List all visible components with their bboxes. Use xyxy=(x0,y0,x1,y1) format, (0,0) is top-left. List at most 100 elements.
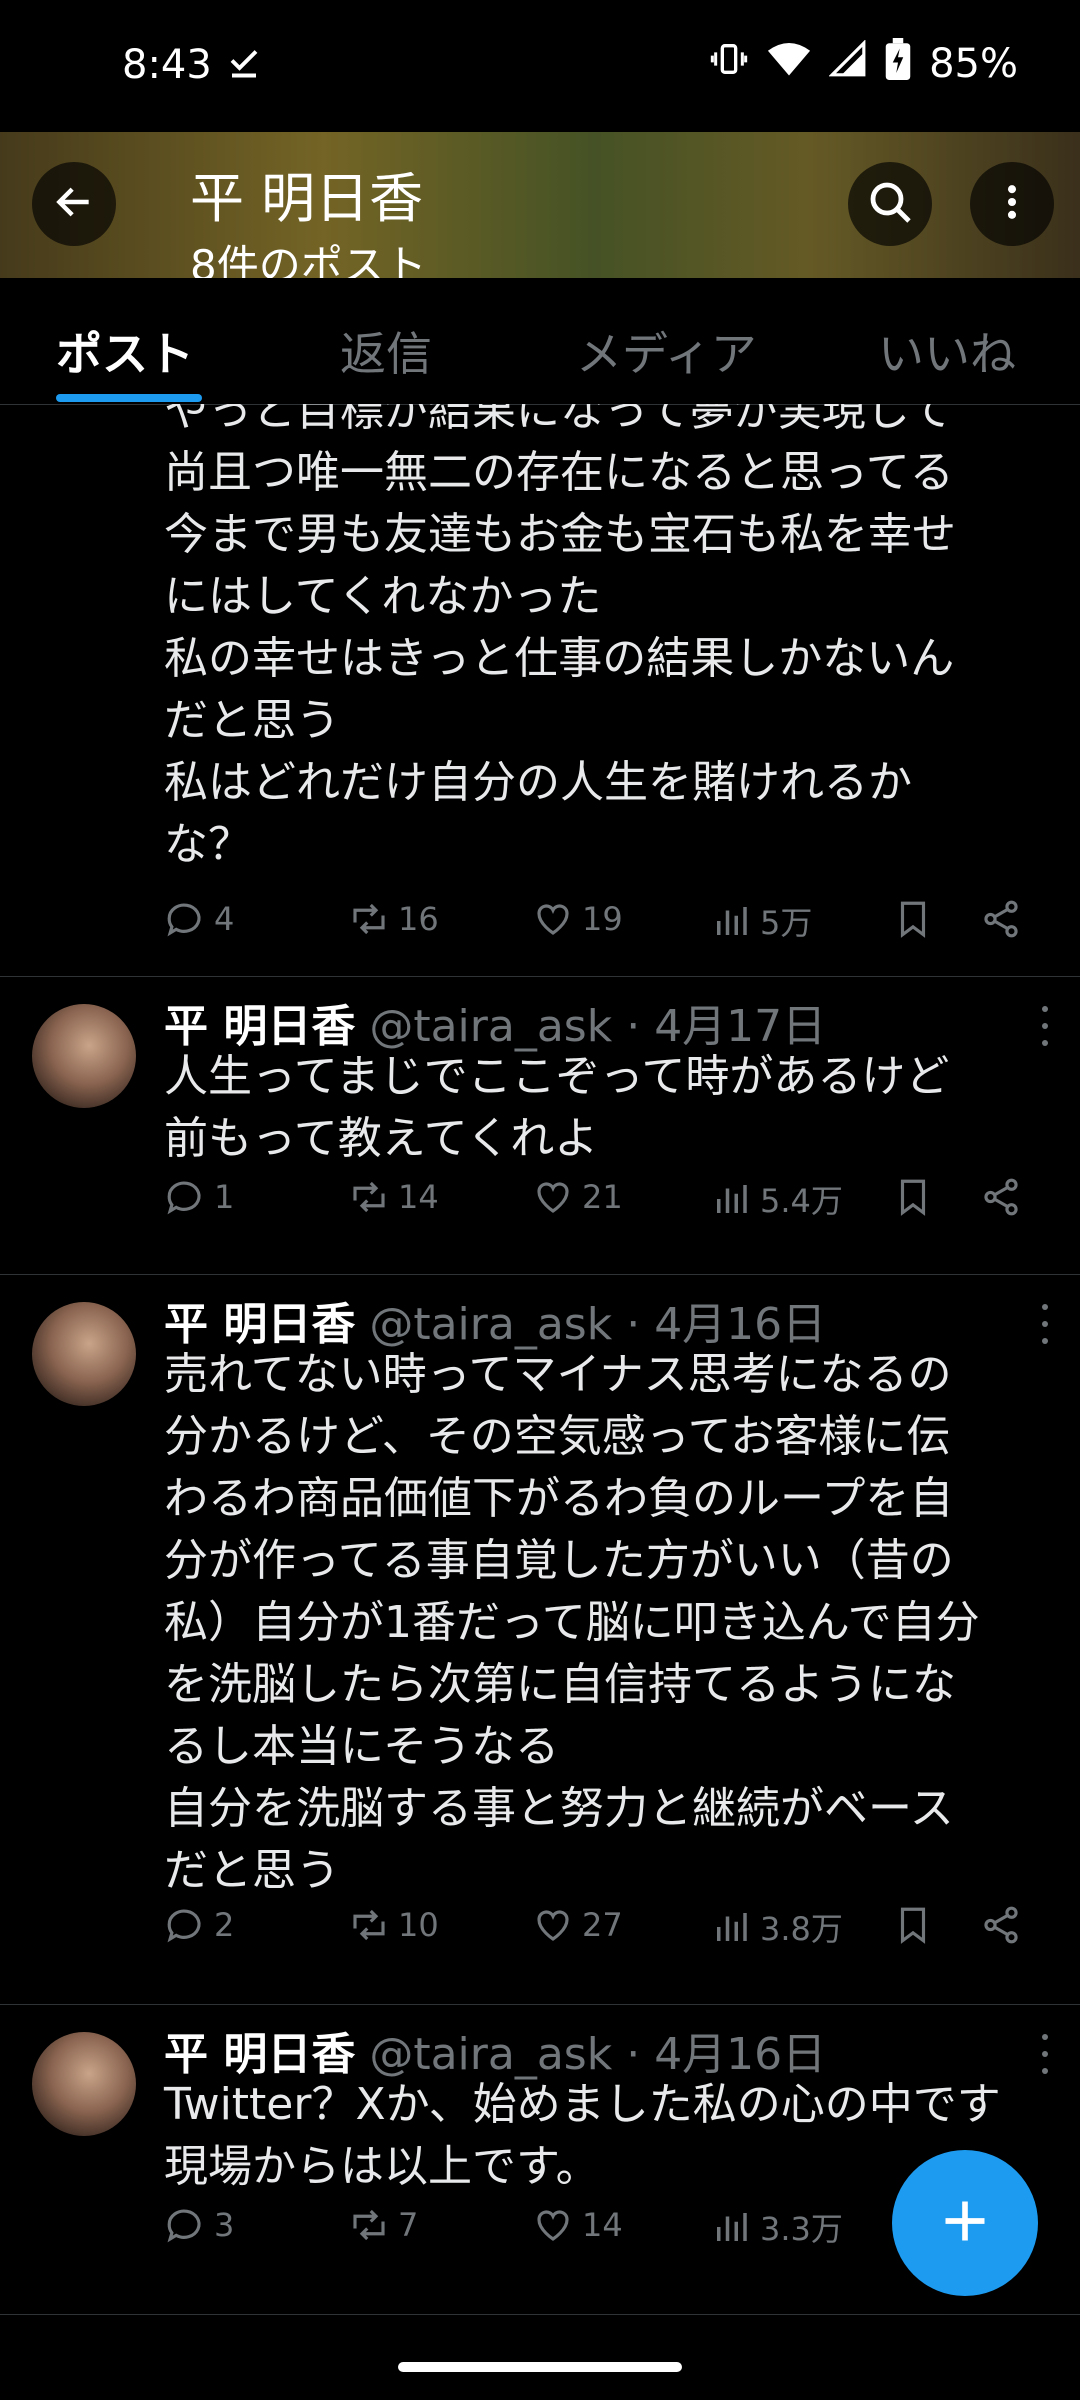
reply-count: 3 xyxy=(214,2206,235,2244)
views-button[interactable]: 5万 xyxy=(710,898,812,944)
post-text-line: 尚且つ唯一無二の存在になると思ってる xyxy=(164,447,954,498)
reply-button[interactable]: 3 xyxy=(164,2204,234,2246)
post-text-line: にはしてくれなかった xyxy=(164,571,602,622)
post-text-line: Twitter？Xか、始めました私の心の中です xyxy=(164,2079,1001,2130)
bookmark-button[interactable] xyxy=(892,898,934,940)
share-icon xyxy=(984,1178,1018,1216)
author-name[interactable]: 平 明日香 xyxy=(164,1001,355,1052)
author-name[interactable]: 平 明日香 xyxy=(164,1299,355,1350)
post-text-line: 分が作ってる事自覚した方がいい（昔の xyxy=(164,1535,954,1586)
bar-chart-icon xyxy=(717,907,747,935)
back-button[interactable] xyxy=(32,162,116,246)
post-text: 売れてない時ってマイナス思考になるの 分かるけど、その空気感ってお客様に伝 わる… xyxy=(164,1344,1064,1902)
author-handle[interactable]: @taira_ask xyxy=(369,1001,612,1052)
author-handle[interactable]: @taira_ask xyxy=(369,2029,612,2080)
profile-header: 平 明日香 8件のポスト xyxy=(0,132,1080,278)
post-text-line: 自分を洗脳する事と努力と継続がベース xyxy=(164,1783,954,1834)
post-header: 平 明日香 @taira_ask · 4月16日 xyxy=(164,1288,826,1352)
post-text-line: わるわ商品価値下がるわ負のループを自 xyxy=(164,1473,954,1524)
view-count: 3.3万 xyxy=(760,2210,843,2248)
comment-icon xyxy=(167,1181,201,1215)
post-text-line: だと思う xyxy=(164,1845,340,1896)
post-header: 平 明日香 @taira_ask · 4月17日 xyxy=(164,990,826,1054)
post-count: 8件のポスト xyxy=(190,241,427,278)
more-options-button[interactable] xyxy=(970,162,1054,246)
post-actions: 1 14 21 5.4万 xyxy=(164,1176,1044,1226)
avatar[interactable] xyxy=(32,1004,136,1108)
separator-dot: · xyxy=(626,2029,641,2080)
like-button[interactable]: 27 xyxy=(532,1904,623,1946)
repost-icon xyxy=(353,903,385,935)
avatar[interactable] xyxy=(32,2032,136,2136)
reply-button[interactable]: 1 xyxy=(164,1176,234,1218)
comment-icon xyxy=(167,903,201,937)
reply-count: 2 xyxy=(214,1906,235,1944)
post-menu-button[interactable] xyxy=(1040,2034,1050,2074)
like-button[interactable]: 14 xyxy=(532,2204,623,2246)
like-count: 14 xyxy=(582,2206,623,2244)
repost-button[interactable]: 7 xyxy=(348,2204,418,2246)
share-button[interactable] xyxy=(980,898,1022,940)
repost-button[interactable]: 10 xyxy=(348,1904,439,1946)
post-item[interactable]: 平 明日香 @taira_ask · 4月17日 人生ってまじでここぞって時があ… xyxy=(0,976,1080,1275)
bookmark-button[interactable] xyxy=(892,1904,934,1946)
like-button[interactable]: 19 xyxy=(532,898,623,940)
repost-button[interactable]: 14 xyxy=(348,1176,439,1218)
post-text-line: るし本当にそうなる xyxy=(164,1721,560,1772)
views-button[interactable]: 3.8万 xyxy=(710,1904,843,1950)
profile-tabs: ポスト 返信 メディア いいね xyxy=(0,278,1080,405)
share-icon xyxy=(984,1906,1018,1944)
share-button[interactable] xyxy=(980,1904,1022,1946)
post-feed: やっと目標が結果になって夢が実現して 尚且つ唯一無二の存在になると思ってる 今ま… xyxy=(0,404,1080,2400)
active-tab-indicator xyxy=(56,394,202,402)
like-count: 27 xyxy=(582,1906,623,1944)
post-text-line: 人生ってまじでここぞって時があるけど xyxy=(164,1051,950,1102)
post-actions: 2 10 27 3.8万 xyxy=(164,1904,1044,1954)
reply-button[interactable]: 2 xyxy=(164,1904,234,1946)
comment-icon xyxy=(167,1909,201,1943)
post-text-line: 売れてない時ってマイナス思考になるの xyxy=(164,1349,952,1400)
tab-media[interactable]: メディア xyxy=(576,318,757,384)
profile-name: 平 明日香 xyxy=(190,167,424,230)
post-item[interactable]: やっと目標が結果になって夢が実現して 尚且つ唯一無二の存在になると思ってる 今ま… xyxy=(0,404,1080,977)
gesture-nav-bar[interactable] xyxy=(398,2362,682,2372)
repost-count: 10 xyxy=(398,1906,439,1944)
heart-icon xyxy=(537,1182,569,1213)
views-button[interactable]: 3.3万 xyxy=(710,2204,843,2250)
post-text-line: 今まで男も友達もお金も宝石も私を幸せ xyxy=(164,509,956,560)
author-handle[interactable]: @taira_ask xyxy=(369,1299,612,1350)
bookmark-icon xyxy=(900,901,926,938)
repost-icon xyxy=(353,1181,385,1213)
repost-icon xyxy=(353,1909,385,1941)
search-button[interactable] xyxy=(848,162,932,246)
separator-dot: · xyxy=(626,1001,641,1052)
reply-button[interactable]: 4 xyxy=(164,898,234,940)
share-button[interactable] xyxy=(980,1176,1022,1218)
like-button[interactable]: 21 xyxy=(532,1176,623,1218)
views-button[interactable]: 5.4万 xyxy=(710,1176,843,1222)
plus-icon xyxy=(939,2195,991,2251)
bookmark-button[interactable] xyxy=(892,1176,934,1218)
status-icons: 85% xyxy=(709,38,1018,90)
heart-icon xyxy=(537,904,569,935)
status-time: 8:43 xyxy=(122,42,212,88)
compose-post-button[interactable] xyxy=(892,2150,1038,2296)
repost-button[interactable]: 16 xyxy=(348,898,439,940)
post-date: 4月17日 xyxy=(654,1001,827,1052)
repost-count: 16 xyxy=(398,900,439,938)
avatar[interactable] xyxy=(32,1302,136,1406)
post-text-line: な？ xyxy=(164,819,252,870)
post-menu-button[interactable] xyxy=(1040,1006,1050,1046)
search-icon xyxy=(866,178,914,230)
heart-icon xyxy=(537,2210,569,2241)
bookmark-icon xyxy=(900,1907,926,1944)
tab-likes[interactable]: いいね xyxy=(878,318,1016,384)
reply-count: 4 xyxy=(214,900,235,938)
share-icon xyxy=(984,900,1018,938)
post-item[interactable]: 平 明日香 @taira_ask · 4月16日 売れてない時ってマイナス思考に… xyxy=(0,1274,1080,2005)
author-name[interactable]: 平 明日香 xyxy=(164,2029,355,2080)
tab-replies[interactable]: 返信 xyxy=(340,318,432,384)
battery-percent: 85% xyxy=(929,41,1018,87)
post-menu-button[interactable] xyxy=(1040,1304,1050,1344)
tab-posts[interactable]: ポスト xyxy=(56,318,194,384)
